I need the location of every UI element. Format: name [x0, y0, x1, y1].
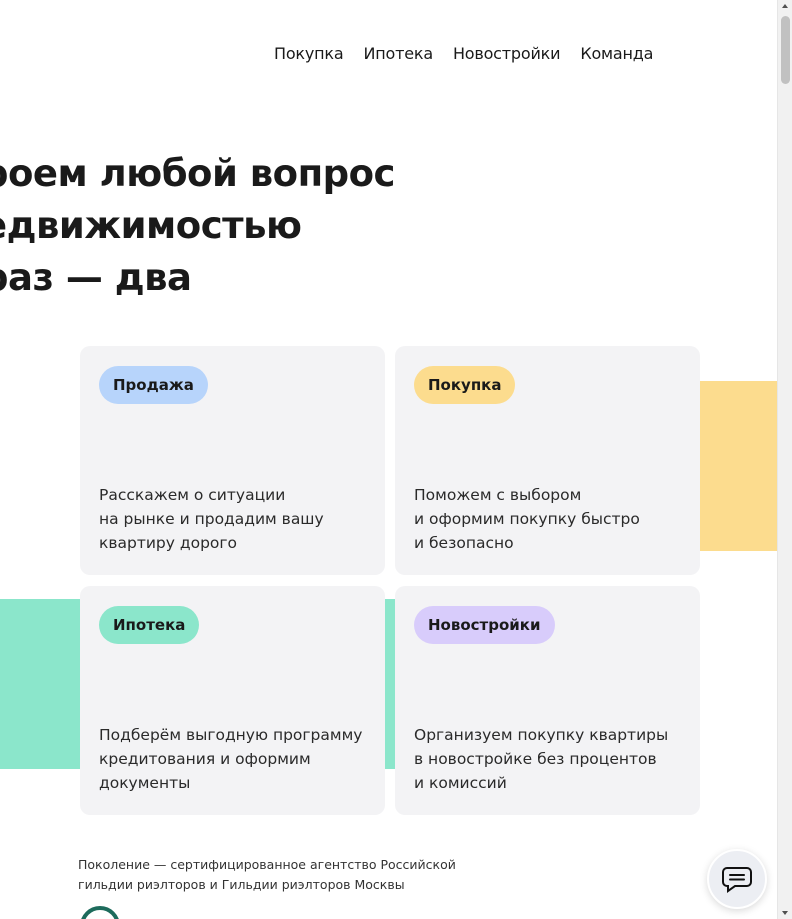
chat-button[interactable]: [707, 849, 767, 909]
service-card-purchase[interactable]: Покупка Поможем с выбором и оформим поку…: [395, 346, 700, 575]
hero-heading: роем любой вопрос едвижимостью раз — два: [0, 148, 396, 304]
scroll-thumb[interactable]: [781, 16, 790, 84]
card-badge-purchase: Покупка: [414, 366, 516, 404]
main-nav: Покупка Ипотека Новостройки Команда: [274, 44, 653, 63]
hero-line-1: роем любой вопрос: [0, 152, 396, 195]
partner-logo: [80, 906, 128, 919]
hero-line-3: раз — два: [0, 256, 192, 299]
vertical-scrollbar[interactable]: [777, 0, 792, 919]
service-card-new-buildings[interactable]: Новостройки Организуем покупку квартиры …: [395, 586, 700, 815]
hero-line-2: едвижимостью: [0, 204, 302, 247]
scroll-down-arrow-icon[interactable]: [782, 911, 788, 915]
nav-link-purchase[interactable]: Покупка: [274, 44, 344, 63]
service-card-mortgage[interactable]: Ипотека Подберём выгодную программу кред…: [80, 586, 385, 815]
certification-note: Поколение — сертифицированное агентство …: [78, 857, 456, 892]
nav-link-mortgage[interactable]: Ипотека: [363, 44, 433, 63]
nav-link-team[interactable]: Команда: [580, 44, 653, 63]
card-description-new-buildings: Организуем покупку квартиры в новостройк…: [414, 726, 669, 792]
card-badge-sale: Продажа: [99, 366, 208, 404]
scroll-up-arrow-icon[interactable]: [782, 4, 788, 8]
chat-bubble-icon: [722, 867, 752, 893]
card-badge-mortgage: Ипотека: [99, 606, 200, 644]
card-description-mortgage: Подберём выгодную программу кредитования…: [99, 726, 363, 792]
nav-link-new-buildings[interactable]: Новостройки: [453, 44, 561, 63]
logo-mark-icon: [80, 906, 120, 919]
card-description-sale: Расскажем о ситуации на рынке и продадим…: [99, 486, 324, 552]
service-card-sale[interactable]: Продажа Расскажем о ситуации на рынке и …: [80, 346, 385, 575]
card-description-purchase: Поможем с выбором и оформим покупку быст…: [414, 486, 640, 552]
card-badge-new-buildings: Новостройки: [414, 606, 555, 644]
